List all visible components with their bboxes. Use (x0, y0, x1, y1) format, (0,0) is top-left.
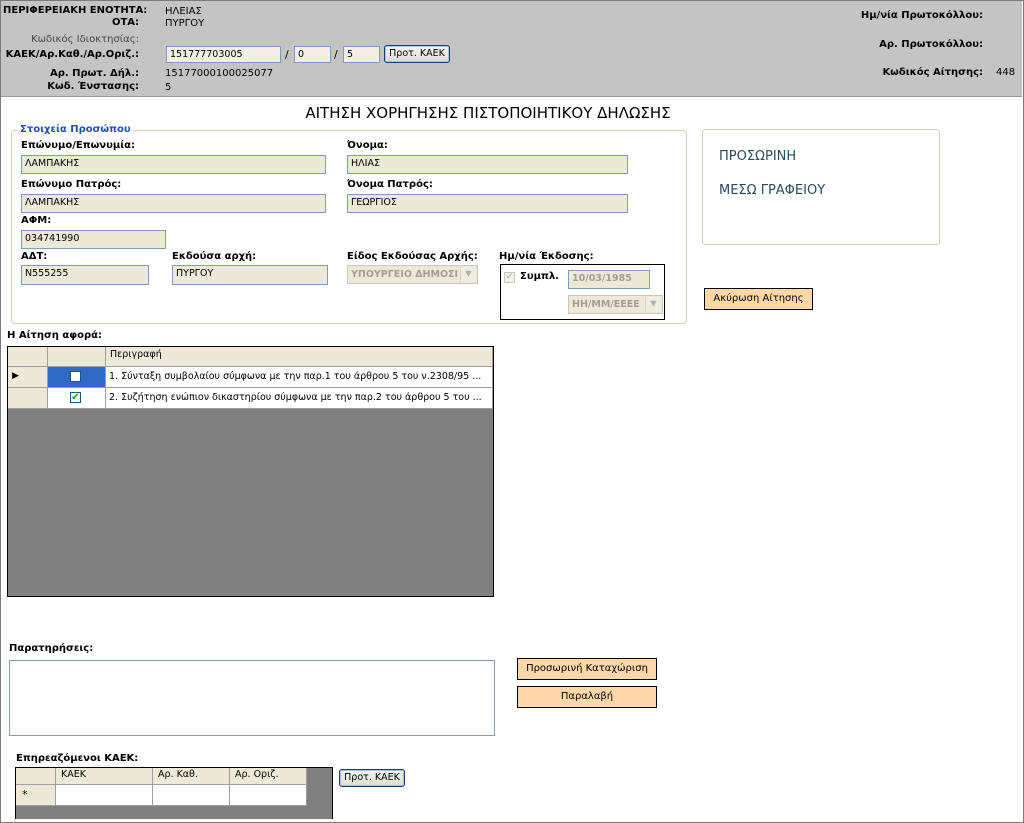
row-1-check-cell[interactable] (48, 367, 106, 388)
adt-label: ΑΔΤ: (21, 251, 48, 262)
onoma-input[interactable]: ΗΛΙΑΣ (347, 155, 628, 174)
eidos-combo-value: ΥΠΟΥΡΓΕΙΟ ΔΗΜΟΣΙ (351, 269, 459, 280)
kaek-separator-2: / (334, 48, 338, 61)
ota-label: ΟΤΑ: (111, 17, 139, 28)
aitisi-afora-grid[interactable]: Περιγραφή ▶ 1. Σύνταξη συμβολαίου σύμφων… (7, 346, 494, 597)
eponymo-patros-input[interactable]: ΛΑΜΠΑΚΗΣ (21, 194, 326, 213)
eponymo-label: Επώνυμο/Επωνυμία: (21, 140, 135, 151)
ar-prot-dil-label: Αρ. Πρωτ. Δήλ.: (49, 68, 139, 79)
kaek-grid-corner (16, 768, 56, 785)
kod-enstasis-value: 5 (165, 82, 172, 93)
onoma-patros-label: Όνομα Πατρός: (347, 179, 433, 190)
row-header[interactable] (8, 388, 48, 409)
ar-oriz-col-header[interactable]: Αρ. Οριζ. (230, 768, 307, 785)
new-row-marker[interactable]: * (16, 785, 56, 806)
aitisi-afora-label: Η Αίτηση αφορά: (7, 330, 102, 341)
kaek-grid[interactable]: ΚΑΕΚ Αρ. Καθ. Αρ. Οριζ. * (15, 767, 333, 819)
eidos-label: Είδος Εκδούσας Αρχής: (347, 251, 478, 262)
onoma-patros-input[interactable]: ΓΕΩΡΓΙΟΣ (347, 194, 628, 213)
chevron-down-icon[interactable]: ▼ (460, 267, 476, 282)
grid-header-perigrafi[interactable]: Περιγραφή (106, 347, 493, 367)
header-panel: ΠΕΡΙΦΕΡΕΙΑΚΗ ΕΝΟΤΗΤΑ: ΗΛΕΙΑΣ ΟΤΑ: ΠΥΡΓΟΥ… (1, 1, 1022, 97)
ar-prot-dil-value: 15177000100025077 (165, 68, 274, 79)
current-row-arrow-icon: ▶ (12, 371, 19, 381)
paratiriseis-textarea[interactable] (9, 660, 495, 736)
date-format-value: ΗΗ/ΜΜ/ΕΕΕΕ (572, 299, 640, 310)
eponymo-input[interactable]: ΛΑΜΠΑΚΗΣ (21, 155, 326, 174)
page-title: ΑΙΤΗΣΗ ΧΟΡΗΓΗΣΗΣ ΠΙΣΤΟΠΟΙΗΤΙΚΟΥ ΔΗΛΩΣΗΣ (305, 104, 671, 122)
kodikos-aitisis-value: 448 (996, 67, 1016, 78)
afm-label: ΑΦΜ: (21, 215, 52, 226)
ekdousa-input[interactable]: ΠΥΡΓΟΥ (172, 265, 328, 285)
status-line-2: ΜΕΣΩ ΓΡΑΦΕΙΟΥ (719, 183, 826, 198)
grid-header-check (48, 347, 106, 367)
im-protokollou-label: Ημ/νία Πρωτοκόλλου: (860, 10, 983, 21)
row-2-description[interactable]: 2. Συζήτηση ενώπιον δικαστηρίου σύμφωνα … (106, 388, 493, 409)
row-2-check-cell[interactable]: ✔ (48, 388, 106, 409)
new-ar-kath-cell[interactable] (153, 785, 230, 806)
status-line-1: ΠΡΟΣΩΡΙΝΗ (719, 149, 797, 164)
ota-value: ΠΥΡΓΟΥ (165, 18, 205, 29)
kodikos-aitisis-label: Κωδικός Αίτησης: (882, 67, 983, 78)
ar-oriz-input[interactable]: 5 (343, 46, 380, 63)
adt-input[interactable]: Ν555255 (21, 265, 149, 285)
kaek-separator-1: / (285, 48, 289, 61)
ar-protokollou-label: Αρ. Πρωτοκόλλου: (879, 39, 983, 50)
person-legend: Στοιχεία Προσώπου (18, 124, 133, 135)
chevron-down-icon[interactable]: ▼ (645, 297, 661, 312)
kaek-col-header[interactable]: ΚΑΕΚ (56, 768, 153, 785)
eponymo-patros-label: Επώνυμο Πατρός: (21, 179, 122, 190)
new-kaek-cell[interactable] (56, 785, 153, 806)
eidos-combo[interactable]: ΥΠΟΥΡΓΕΙΟ ΔΗΜΟΣΙ ▼ (347, 265, 478, 284)
sympl-checkbox[interactable]: ✔ (504, 272, 515, 283)
ekdousa-label: Εκδούσα αρχή: (172, 251, 257, 262)
perif-label: ΠΕΡΙΦΕΡΕΙΑΚΗ ΕΝΟΤΗΤΑ: (3, 5, 148, 16)
prosorini-kataxorisi-button[interactable]: Προσωρινή Καταχώριση (517, 658, 657, 680)
afm-input[interactable]: 034741990 (21, 230, 166, 249)
grid-corner (8, 347, 48, 367)
date-input[interactable]: 10/03/1985 (568, 270, 650, 289)
new-ar-oriz-cell[interactable] (230, 785, 307, 806)
row-1-checkbox[interactable] (70, 371, 81, 382)
date-format-combo[interactable]: ΗΗ/ΜΜ/ΕΕΕΕ ▼ (568, 295, 663, 314)
im-ekdosis-label: Ημ/νία Έκδοσης: (499, 251, 594, 262)
akyrosi-button[interactable]: Ακύρωση Αίτησης (704, 288, 813, 310)
row-2-checkbox[interactable]: ✔ (70, 392, 81, 403)
ar-kath-col-header[interactable]: Αρ. Καθ. (153, 768, 230, 785)
sympl-label: Συμπλ. (520, 271, 559, 282)
onoma-label: Όνομα: (347, 140, 388, 151)
prot-kaek-button[interactable]: Προτ. ΚΑΕΚ (384, 45, 450, 63)
row-1-description[interactable]: 1. Σύνταξη συμβολαίου σύμφωνα με την παρ… (106, 367, 493, 388)
prot-kaek-table-button[interactable]: Προτ. ΚΑΕΚ (339, 769, 405, 787)
paralavi-button[interactable]: Παραλαβή (517, 686, 657, 708)
kod-enstasis-label: Κωδ. Ένστασης: (47, 81, 139, 92)
epireazomenoi-kaek-label: Επηρεαζόμενοι ΚΑΕΚ: (16, 753, 139, 764)
perif-value: ΗΛΕΙΑΣ (165, 6, 202, 17)
paratiriseis-label: Παρατηρήσεις: (9, 643, 94, 654)
ar-kath-input[interactable]: 0 (294, 46, 331, 63)
kaek-input[interactable]: 151777703005 (166, 46, 281, 63)
row-header[interactable]: ▶ (8, 367, 48, 388)
kaek-label: ΚΑΕΚ/Αρ.Καθ./Αρ.Οριζ.: (5, 49, 139, 60)
kodikos-idioktisias-label: Κωδικός Ιδιοκτησίας: (31, 34, 139, 45)
